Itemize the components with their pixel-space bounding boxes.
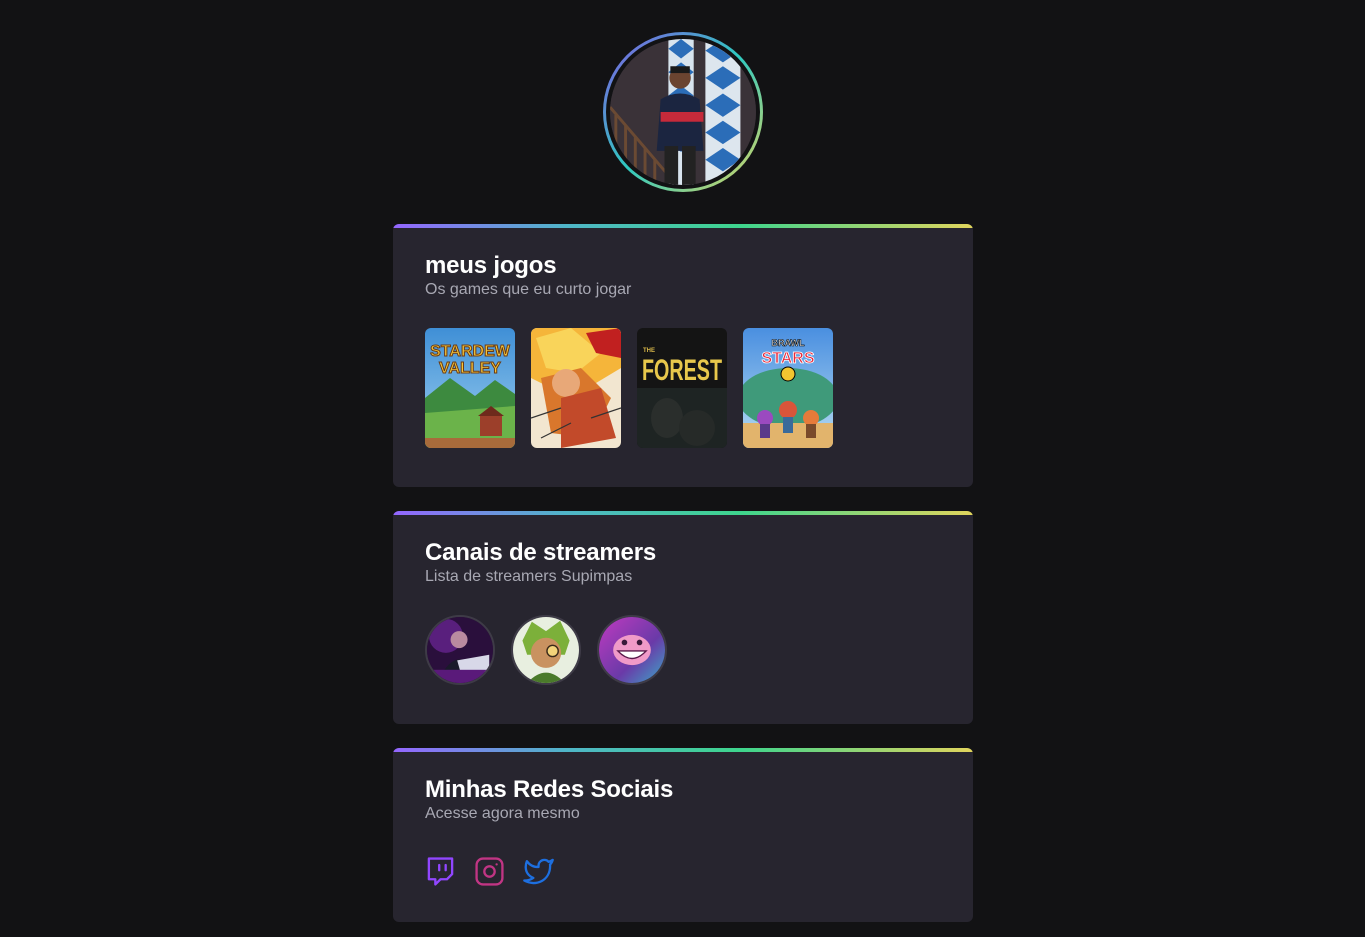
streamer-avatar-3[interactable] <box>597 615 667 685</box>
profile-photo <box>606 35 760 189</box>
game-dragon-ball-fighterz[interactable] <box>531 328 621 448</box>
dragon-ball-cover <box>531 328 621 448</box>
twitch-icon <box>427 857 454 886</box>
streamers-list <box>425 615 941 685</box>
profile-photo-image <box>610 39 756 185</box>
socials-card-title: Minhas Redes Sociais <box>425 776 674 803</box>
streamers-card-title: Canais de streamers <box>425 539 656 566</box>
games-card: meus jogos Os games que eu curto jogar S… <box>393 224 973 487</box>
forest-title-big: FOREST <box>642 354 722 387</box>
socials-card: Minhas Redes Sociais Acesse agora mesmo <box>393 748 973 922</box>
stardew-valley-cover: STARDEW VALLEY <box>425 328 515 448</box>
games-card-subtitle: Os games que eu curto jogar <box>425 281 632 298</box>
twitch-link[interactable] <box>425 856 456 887</box>
brawl-title-line1: BRAWL <box>772 338 805 348</box>
twitter-icon <box>523 858 554 885</box>
streamer-3-image <box>599 617 665 683</box>
stardew-title-line1: STARDEW <box>430 343 511 360</box>
game-stardew-valley[interactable]: STARDEW VALLEY <box>425 328 515 448</box>
streamer-avatar-1[interactable] <box>425 615 495 685</box>
games-list: STARDEW VALLEY THE FOREST BRAWL STARS <box>425 328 941 448</box>
streamers-card: Canais de streamers Lista de streamers S… <box>393 511 973 724</box>
page: meus jogos Os games que eu curto jogar S… <box>0 0 1365 937</box>
brawl-stars-cover: BRAWL STARS <box>743 328 833 448</box>
twitter-link[interactable] <box>523 856 554 887</box>
profile-avatar <box>603 32 763 192</box>
streamer-2-image <box>513 617 579 683</box>
brawl-title-line2: STARS <box>761 350 814 367</box>
socials-list <box>425 856 941 887</box>
the-forest-cover: THE FOREST <box>637 328 727 448</box>
streamer-1-image <box>427 617 493 683</box>
instagram-icon <box>475 857 504 886</box>
game-the-forest[interactable]: THE FOREST <box>637 328 727 448</box>
stardew-title-line2: VALLEY <box>439 360 501 377</box>
game-brawl-stars[interactable]: BRAWL STARS <box>743 328 833 448</box>
games-card-title: meus jogos <box>425 252 557 279</box>
instagram-link[interactable] <box>474 856 505 887</box>
socials-card-subtitle: Acesse agora mesmo <box>425 805 580 822</box>
streamers-card-subtitle: Lista de streamers Supimpas <box>425 568 633 585</box>
streamer-avatar-2[interactable] <box>511 615 581 685</box>
